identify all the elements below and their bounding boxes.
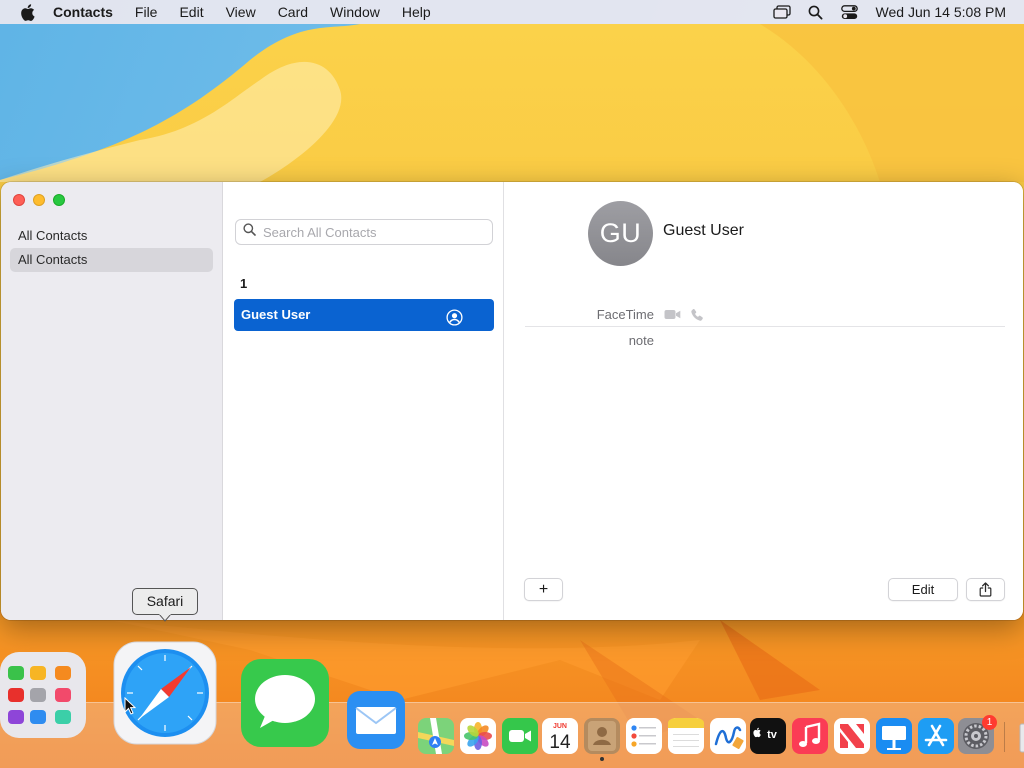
menu-view[interactable]: View [226,4,256,20]
messages-icon [241,659,329,747]
system-settings-badge: 1 [982,715,997,730]
maps-icon [418,718,454,754]
safari-icon [113,641,217,745]
edit-button[interactable]: Edit [888,578,958,601]
search-input[interactable] [263,224,483,240]
calendar-icon: JUN 14 [542,718,578,754]
contact-full-name: Guest User [663,222,744,239]
menu-edit[interactable]: Edit [179,4,203,20]
tooltip-tail [159,614,171,622]
search-icon [243,223,256,241]
menu-bar-clock[interactable]: Wed Jun 14 5:08 PM [876,4,1006,20]
menu-app-contacts[interactable]: Contacts [53,4,113,20]
dock: JUN 14 tv 1 [0,640,1024,768]
list-section-header: 1 [240,276,248,291]
dock-tv[interactable]: tv [750,718,786,754]
dock-keynote[interactable] [876,718,912,754]
menu-card[interactable]: Card [278,4,308,20]
dock-freeform[interactable] [710,718,746,754]
minimize-window-button[interactable] [33,194,45,206]
facetime-icon [502,718,538,754]
mail-icon [347,691,405,749]
news-icon [834,718,870,754]
freeform-icon [710,718,746,754]
dock-contacts[interactable] [584,718,620,754]
tv-label: tv [767,729,778,741]
contact-detail-pane: GU Guest User FaceTime note + Edit [505,182,1023,620]
contact-list-item[interactable]: Guest User [234,299,494,331]
share-button[interactable] [966,578,1005,601]
calendar-day: 14 [549,732,571,753]
apple-menu-icon[interactable] [17,2,37,22]
dock-notes[interactable] [668,718,704,754]
zoom-window-button[interactable] [53,194,65,206]
dock-mail[interactable] [346,690,406,750]
menu-file[interactable]: File [135,4,158,20]
dock-facetime[interactable] [502,718,538,754]
menu-help[interactable]: Help [402,4,431,20]
dock-separator [1004,722,1005,752]
field-divider [525,326,1005,327]
contact-name: Guest User [241,307,311,322]
phone-icon[interactable] [690,308,706,322]
dock-music[interactable] [792,718,828,754]
dock-trash[interactable] [1012,718,1024,754]
apple-tv-icon: tv [750,718,786,754]
photos-icon [460,718,496,754]
keynote-icon [876,718,912,754]
dock-tooltip: Safari [132,588,198,615]
contact-avatar[interactable]: GU [588,201,653,266]
contact-list-pane: 1 Guest User [224,182,504,620]
dock-calendar[interactable]: JUN 14 [542,718,578,754]
sidebar-item-all-contacts[interactable]: All Contacts [10,248,213,272]
note-label[interactable]: note [565,333,654,348]
share-icon [979,582,992,600]
facetime-label: FaceTime [596,307,654,322]
search-field[interactable] [235,219,493,245]
dock-reminders[interactable] [626,718,662,754]
dock-safari[interactable] [113,640,217,746]
video-camera-icon[interactable] [664,308,681,322]
dock-messages[interactable] [240,658,330,748]
trash-icon [1019,723,1024,753]
dock-app-store[interactable] [918,718,954,754]
sidebar: All Contacts All Contacts [1,182,223,620]
launchpad-icon [0,652,86,738]
add-button[interactable]: + [524,578,563,601]
dock-maps[interactable] [418,718,454,754]
sidebar-section-header: All Contacts [18,228,88,243]
contacts-window: All Contacts All Contacts 1 Guest User G… [1,182,1023,620]
reminders-icon [626,718,662,754]
mouse-cursor-icon [124,697,136,715]
app-store-icon [918,718,954,754]
contacts-icon [584,718,620,754]
dock-photos[interactable] [460,718,496,754]
menu-window[interactable]: Window [330,4,380,20]
my-card-icon [446,306,463,326]
music-icon [792,718,828,754]
calendar-month: JUN [553,723,567,730]
screen-mirroring-icon[interactable] [772,2,792,22]
dock-news[interactable] [834,718,870,754]
close-window-button[interactable] [13,194,25,206]
control-center-icon[interactable] [840,2,860,22]
menu-bar: Contacts File Edit View Card Window Help… [0,0,1024,24]
contacts-running-indicator [600,757,604,761]
dock-launchpad[interactable] [0,648,88,744]
spotlight-search-icon[interactable] [806,2,826,22]
notes-icon [668,718,704,754]
